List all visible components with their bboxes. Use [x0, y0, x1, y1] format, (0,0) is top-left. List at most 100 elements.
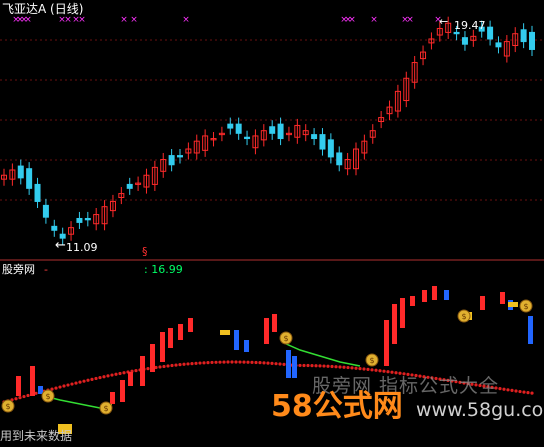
indicator-bar	[432, 286, 437, 300]
indicator-dot	[98, 375, 102, 380]
indicator-dot	[254, 360, 258, 365]
indicator-bar	[500, 292, 505, 304]
indicator-dot	[134, 368, 138, 373]
signal-x-icon: ×	[64, 15, 72, 25]
indicator-dot	[274, 362, 278, 366]
indicator-dot	[78, 380, 82, 384]
indicator-dot	[318, 364, 322, 368]
candle-body	[244, 136, 251, 140]
indicator-dot	[186, 362, 190, 366]
indicator-dot	[246, 360, 250, 364]
signal-x-icon: ×	[120, 15, 128, 25]
indicator-dot	[190, 362, 194, 366]
chart-window: × × × × × × × × × × × × × × × × × × $ $ $ $ $ $ $ 飞亚达A (日线) ← 19…	[0, 0, 544, 443]
indicator-dot	[162, 364, 166, 369]
candle-body	[235, 123, 242, 134]
indicator-name: 股旁网	[2, 263, 35, 276]
candle-body	[487, 26, 494, 40]
min-price-label: 11.09	[66, 241, 98, 254]
indicator-bar	[38, 386, 43, 394]
indicator-dot	[230, 360, 234, 364]
indicator-dot	[306, 363, 310, 368]
indicator-value: : 16.99	[144, 263, 183, 276]
indicator-dot	[530, 391, 534, 395]
indicator-bar	[422, 290, 427, 302]
indicator-dot	[282, 362, 286, 366]
indicator-dot	[258, 361, 262, 365]
indicator-dot	[350, 366, 354, 370]
indicator-dot	[334, 365, 338, 369]
candle-body	[336, 152, 343, 166]
indicator-dot	[362, 367, 366, 371]
indicator-bar	[244, 340, 249, 352]
money-bag-glyph: $	[523, 302, 528, 311]
indicator-dot	[26, 393, 30, 398]
indicator-dot	[526, 391, 530, 395]
indicator-dot	[278, 362, 282, 366]
indicator-dot	[378, 369, 382, 373]
money-bag-glyph: $	[5, 402, 10, 411]
candle-body	[311, 134, 318, 140]
money-bag-glyph: $	[369, 356, 374, 365]
indicator-dot	[266, 361, 270, 365]
indicator-bar	[528, 316, 533, 344]
indicator-bar	[272, 314, 277, 332]
candle-body	[269, 126, 276, 134]
candle-body	[327, 139, 334, 158]
indicator-dot	[386, 370, 390, 374]
indicator-dot	[66, 383, 70, 387]
money-bag-glyph: $	[283, 334, 288, 343]
indicator-dot	[222, 360, 226, 364]
indicator-dot	[198, 361, 202, 365]
watermark-url: www.58gu.com	[416, 399, 544, 421]
indicator-dot	[330, 364, 334, 369]
indicator-dot	[322, 364, 326, 368]
indicator-bar	[188, 318, 193, 332]
chart-title: 飞亚达A (日线)	[2, 2, 84, 16]
bottom-note: 用到未来数据	[0, 429, 73, 443]
indicator-bar	[400, 298, 405, 328]
indicator-dot	[314, 364, 318, 368]
indicator-dot	[370, 368, 374, 372]
indicator-dot	[302, 363, 306, 368]
indicator-bar	[410, 296, 415, 306]
signal-x-icon: ×	[78, 15, 86, 25]
indicator-bar	[150, 344, 155, 372]
max-arrow-icon: ←	[439, 15, 449, 28]
indicator-dot	[18, 396, 22, 400]
candle-body	[277, 123, 284, 140]
indicator-dot	[110, 373, 114, 377]
indicator-dot	[390, 370, 394, 374]
candle-body	[529, 31, 535, 50]
candle-body	[17, 165, 24, 179]
indicator-bar	[480, 296, 485, 310]
indicator-dot	[158, 365, 162, 369]
candle-body	[177, 155, 183, 158]
signal-x-icon: ×	[24, 15, 32, 25]
indicator-dot	[166, 364, 170, 368]
indicator-dot	[270, 361, 274, 365]
watermark-logo: 58公式网	[271, 389, 403, 424]
candle-body	[168, 155, 175, 166]
indicator-dot	[114, 372, 118, 376]
indicator-bar	[384, 320, 389, 366]
indicator-dot	[178, 363, 182, 367]
signal-x-icon: ×	[406, 15, 414, 25]
indicator-dot	[506, 388, 510, 392]
candle-body	[34, 183, 41, 202]
max-price-label: 19.47	[454, 19, 486, 32]
indicator-dot	[374, 368, 378, 372]
money-bag-glyph: $	[45, 392, 50, 401]
indicator-dot	[106, 374, 110, 378]
min-arrow-icon: ←	[55, 238, 66, 253]
indicator-dot	[174, 363, 178, 367]
indicator-dot	[326, 364, 330, 368]
indicator-dot	[70, 382, 74, 386]
indicator-dot	[118, 371, 122, 376]
indicator-bar	[16, 376, 21, 396]
indicator-dot	[170, 363, 174, 368]
indicator-bar	[30, 366, 35, 396]
indicator-dot	[502, 387, 506, 391]
indicator-dot	[366, 367, 370, 371]
candle-body	[126, 183, 133, 189]
